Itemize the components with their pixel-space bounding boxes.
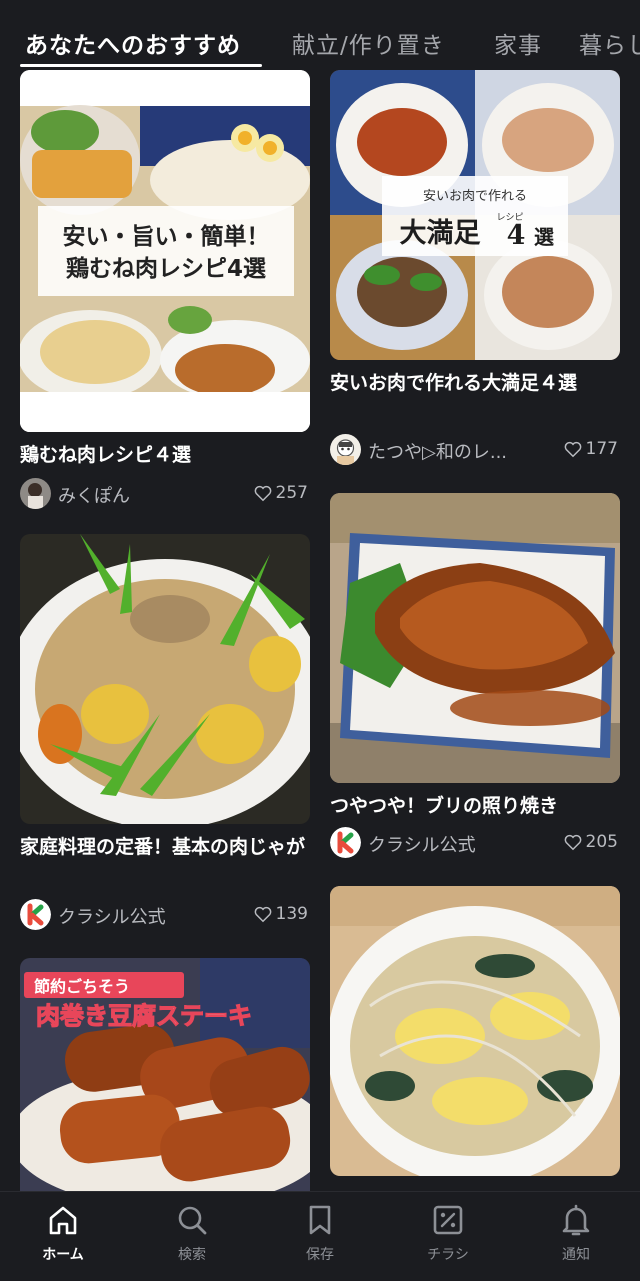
- like-count-value: 139: [275, 904, 308, 924]
- thumbnail-caption-end: 選: [534, 225, 554, 249]
- nav-search-label: 検索: [178, 1247, 206, 1263]
- nav-flyers-label: チラシ: [427, 1247, 469, 1263]
- heart-icon: [564, 834, 581, 850]
- author-name[interactable]: みくぽん: [58, 482, 234, 508]
- recipe-card[interactable]: 安い・旨い・簡単！ 鶏むね肉レシピ4選 鶏むね肉レシピ４選 みくぽん 257: [20, 70, 310, 510]
- nav-search[interactable]: 検索: [137, 1202, 247, 1264]
- heart-icon: [564, 441, 581, 457]
- like-count-value: 257: [275, 483, 308, 503]
- author-avatar[interactable]: [20, 478, 51, 509]
- like-count[interactable]: 139: [254, 904, 308, 924]
- recipe-thumbnail[interactable]: [330, 493, 620, 783]
- author-name[interactable]: クラシル公式: [368, 831, 544, 857]
- recipe-meta: たつや▷和のレ... 177: [330, 434, 620, 466]
- recipe-card[interactable]: つやつや！ブリの照り焼き クラシル公式 205: [330, 493, 620, 863]
- tab-lifestyle[interactable]: 暮らし: [579, 26, 640, 60]
- kurashiru-logo-icon[interactable]: [20, 899, 51, 930]
- heart-icon: [254, 485, 271, 501]
- nav-flyers[interactable]: チラシ: [393, 1202, 503, 1264]
- recipe-title[interactable]: 鶏むね肉レシピ４選: [20, 440, 310, 470]
- tab-recommended[interactable]: あなたへのおすすめ: [25, 26, 241, 60]
- recipe-title[interactable]: つやつや！ブリの照り焼き: [330, 791, 620, 821]
- like-count-value: 177: [585, 439, 618, 459]
- recipe-card[interactable]: 家庭料理の定番！基本の肉じゃが クラシル公式 139: [20, 534, 310, 934]
- like-count[interactable]: 177: [564, 439, 618, 459]
- home-icon: [49, 1206, 77, 1235]
- like-count[interactable]: 205: [564, 832, 618, 852]
- thumbnail-caption-line-2: 鶏むね肉レシピ4選: [66, 255, 266, 282]
- recipe-thumbnail[interactable]: [20, 534, 310, 824]
- thumbnail-caption-line-1: 安い・旨い・簡単！: [63, 223, 270, 250]
- author-name[interactable]: クラシル公式: [58, 903, 234, 929]
- thumbnail-caption-main: 肉巻き豆腐ステーキ: [36, 1002, 252, 1030]
- thumbnail-caption-top: 節約ごちそう: [33, 977, 130, 996]
- bookmark-icon: [309, 1205, 331, 1235]
- category-tab-bar: あなたへのおすすめ 献立/作り置き 家事 暮らし: [0, 0, 640, 70]
- recipe-title[interactable]: 安いお肉で作れる大満足４選: [330, 368, 620, 398]
- search-icon: [178, 1206, 207, 1235]
- recipe-meta: みくぽん 257: [20, 478, 310, 510]
- author-avatar[interactable]: [330, 434, 361, 465]
- kurashiru-logo-icon[interactable]: [330, 827, 361, 858]
- nav-saved[interactable]: 保存: [265, 1202, 375, 1264]
- like-count[interactable]: 257: [254, 483, 308, 503]
- recipe-thumbnail[interactable]: 節約ごちそう 肉巻き豆腐ステーキ: [20, 958, 310, 1191]
- author-name[interactable]: たつや▷和のレ...: [368, 438, 544, 464]
- recipe-title[interactable]: 家庭料理の定番！基本の肉じゃが: [20, 832, 310, 862]
- flyer-icon: [433, 1205, 463, 1235]
- active-tab-indicator: [20, 64, 262, 67]
- nav-home-label: ホーム: [42, 1247, 84, 1263]
- recipe-card[interactable]: 安いお肉で作れる 大満足 レシピ 4 選 安いお肉で作れる大満足４選 たつや▷和…: [330, 70, 620, 470]
- recipe-thumbnail[interactable]: [330, 886, 620, 1176]
- nav-notifications-label: 通知: [562, 1247, 590, 1263]
- like-count-value: 205: [585, 832, 618, 852]
- recipe-thumbnail[interactable]: 安いお肉で作れる 大満足 レシピ 4 選: [330, 70, 620, 360]
- heart-icon: [254, 906, 271, 922]
- bottom-navigation-bar: ホーム 検索 保存 チラシ 通知: [0, 1191, 640, 1281]
- nav-home[interactable]: ホーム: [8, 1202, 118, 1264]
- nav-saved-label: 保存: [306, 1247, 334, 1263]
- thumbnail-caption-top: 安いお肉で作れる: [423, 189, 527, 204]
- thumbnail-caption-main: 大満足: [400, 218, 481, 249]
- recipe-card[interactable]: [330, 886, 620, 1191]
- tab-housework[interactable]: 家事: [494, 26, 542, 60]
- tab-menu-meal-prep[interactable]: 献立/作り置き: [292, 26, 445, 60]
- nav-notifications[interactable]: 通知: [521, 1202, 631, 1264]
- recipe-card[interactable]: 節約ごちそう 肉巻き豆腐ステーキ: [20, 958, 310, 1191]
- thumbnail-caption-number: 4: [507, 220, 526, 251]
- recipe-meta: クラシル公式 205: [330, 827, 620, 859]
- recipe-thumbnail[interactable]: 安い・旨い・簡単！ 鶏むね肉レシピ4選: [20, 70, 310, 432]
- recipe-meta: クラシル公式 139: [20, 899, 310, 931]
- bell-icon: [562, 1204, 590, 1236]
